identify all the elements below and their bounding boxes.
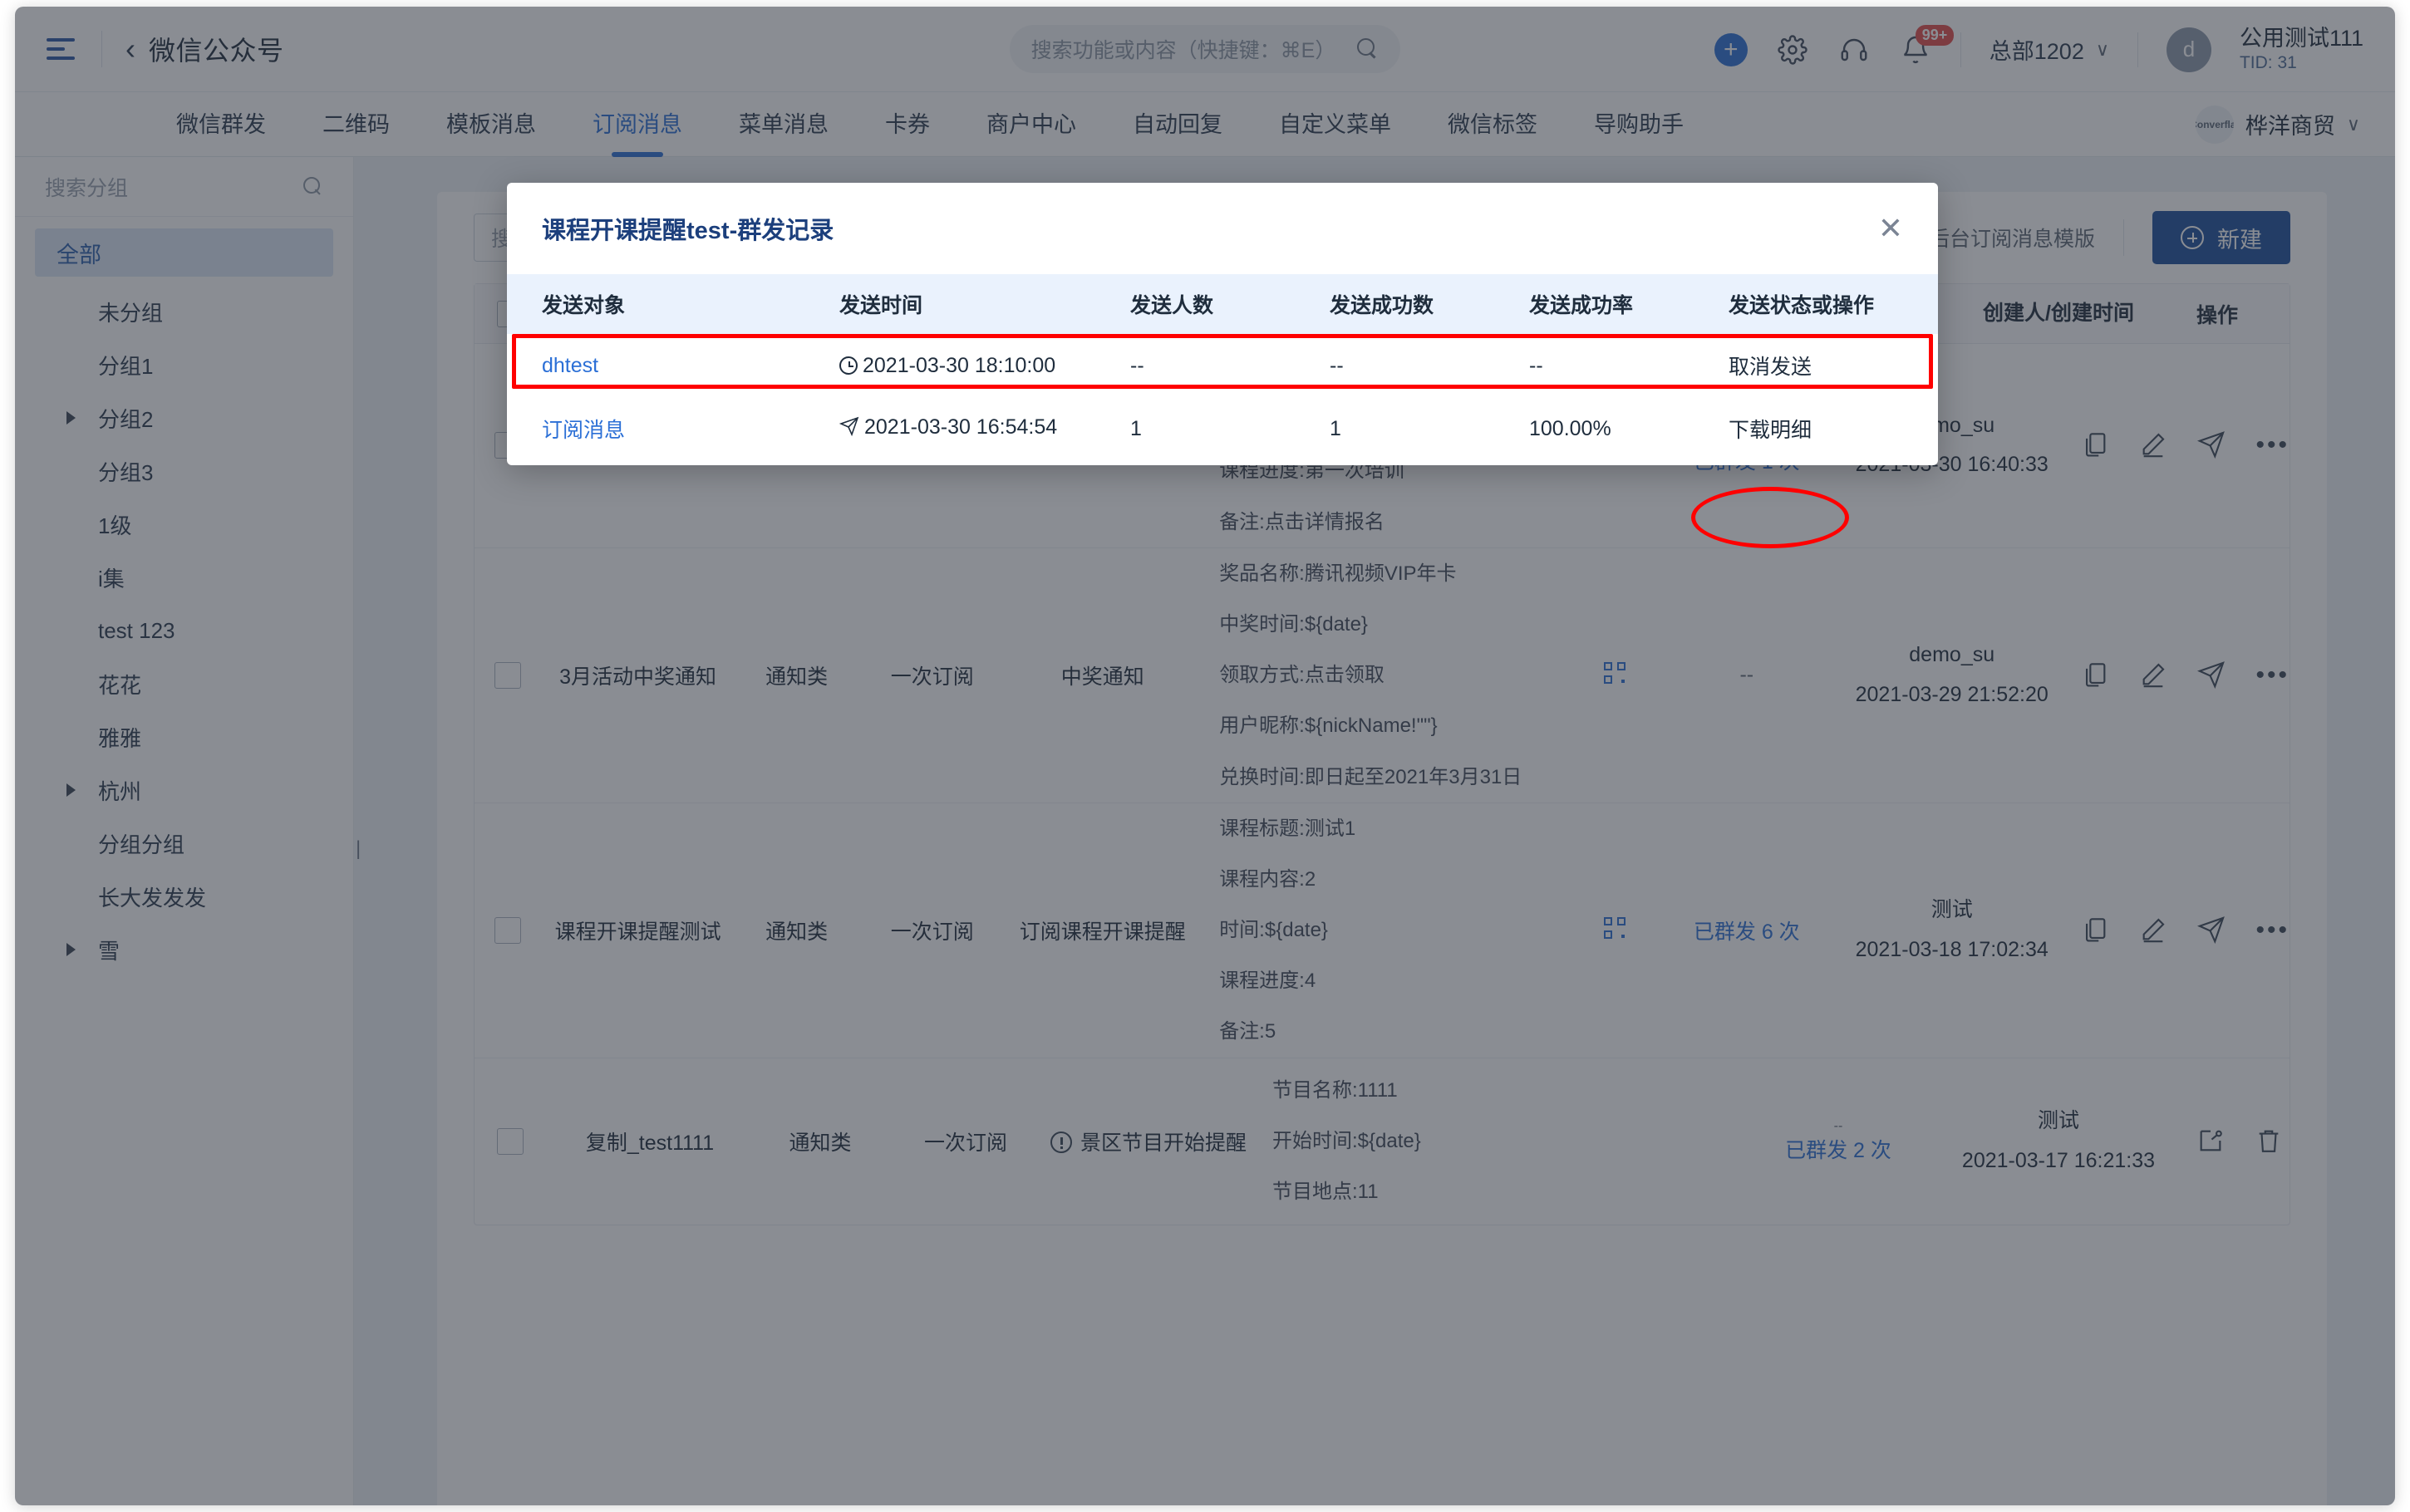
modal-download-detail-action[interactable]: 下载明细 <box>1729 414 1920 444</box>
modal-col-time: 发送时间 <box>839 294 923 317</box>
modal-cell-time: 2021-03-30 16:54:54 <box>839 415 1130 442</box>
send-icon <box>839 416 859 442</box>
modal-cell-success-count: -- <box>1330 353 1344 377</box>
modal-header: 课程开课提醒test-群发记录 ✕ <box>507 183 1938 274</box>
clock-icon <box>839 356 858 375</box>
modal-cell-success-rate: 100.00% <box>1529 416 1611 440</box>
modal-cell-count: -- <box>1130 353 1144 377</box>
modal-col-target: 发送对象 <box>542 294 626 317</box>
modal-target-link[interactable]: dhtest <box>542 354 598 377</box>
modal-col-success-count: 发送成功数 <box>1330 294 1434 317</box>
modal-col-count: 发送人数 <box>1130 294 1214 317</box>
modal-time-text: 2021-03-30 18:10:00 <box>863 353 1056 377</box>
modal-table-row[interactable]: dhtest 2021-03-30 18:10:00 -- -- -- 取消发送 <box>507 334 1938 397</box>
modal-title: 课程开课提醒test-群发记录 <box>542 218 834 244</box>
app-window: ‹ 微信公众号 搜索功能或内容（快捷键：⌘E） + 99+ 总部1202 ∨ <box>15 7 2395 1505</box>
modal-cell-target: 订阅消息 <box>507 414 839 444</box>
screenshot-root: ‹ 微信公众号 搜索功能或内容（快捷键：⌘E） + 99+ 总部1202 ∨ <box>0 0 2410 1512</box>
modal-cell-target: dhtest <box>507 354 839 378</box>
modal-cell-success-count: 1 <box>1330 416 1341 440</box>
modal-cancel-send-action[interactable]: 取消发送 <box>1729 351 1920 380</box>
modal-table-header: 发送对象 发送时间 发送人数 发送成功数 发送成功率 发送状态或操作 <box>507 274 1938 334</box>
modal-col-success-rate: 发送成功率 <box>1529 294 1634 317</box>
close-icon[interactable]: ✕ <box>1878 214 1903 243</box>
modal-cell-count: 1 <box>1130 416 1142 440</box>
broadcast-records-modal: 课程开课提醒test-群发记录 ✕ 发送对象 发送时间 发送人数 发送成功数 发… <box>507 183 1938 465</box>
modal-target-link[interactable]: 订阅消息 <box>542 419 625 442</box>
modal-cell-time: 2021-03-30 18:10:00 <box>839 354 1130 378</box>
modal-table-row[interactable]: 订阅消息 2021-03-30 16:54:54 1 1 100.00% 下载明… <box>507 397 1938 460</box>
modal-time-text: 2021-03-30 16:54:54 <box>864 415 1058 439</box>
modal-col-action: 发送状态或操作 <box>1729 294 1875 317</box>
modal-cell-success-rate: -- <box>1529 353 1543 377</box>
